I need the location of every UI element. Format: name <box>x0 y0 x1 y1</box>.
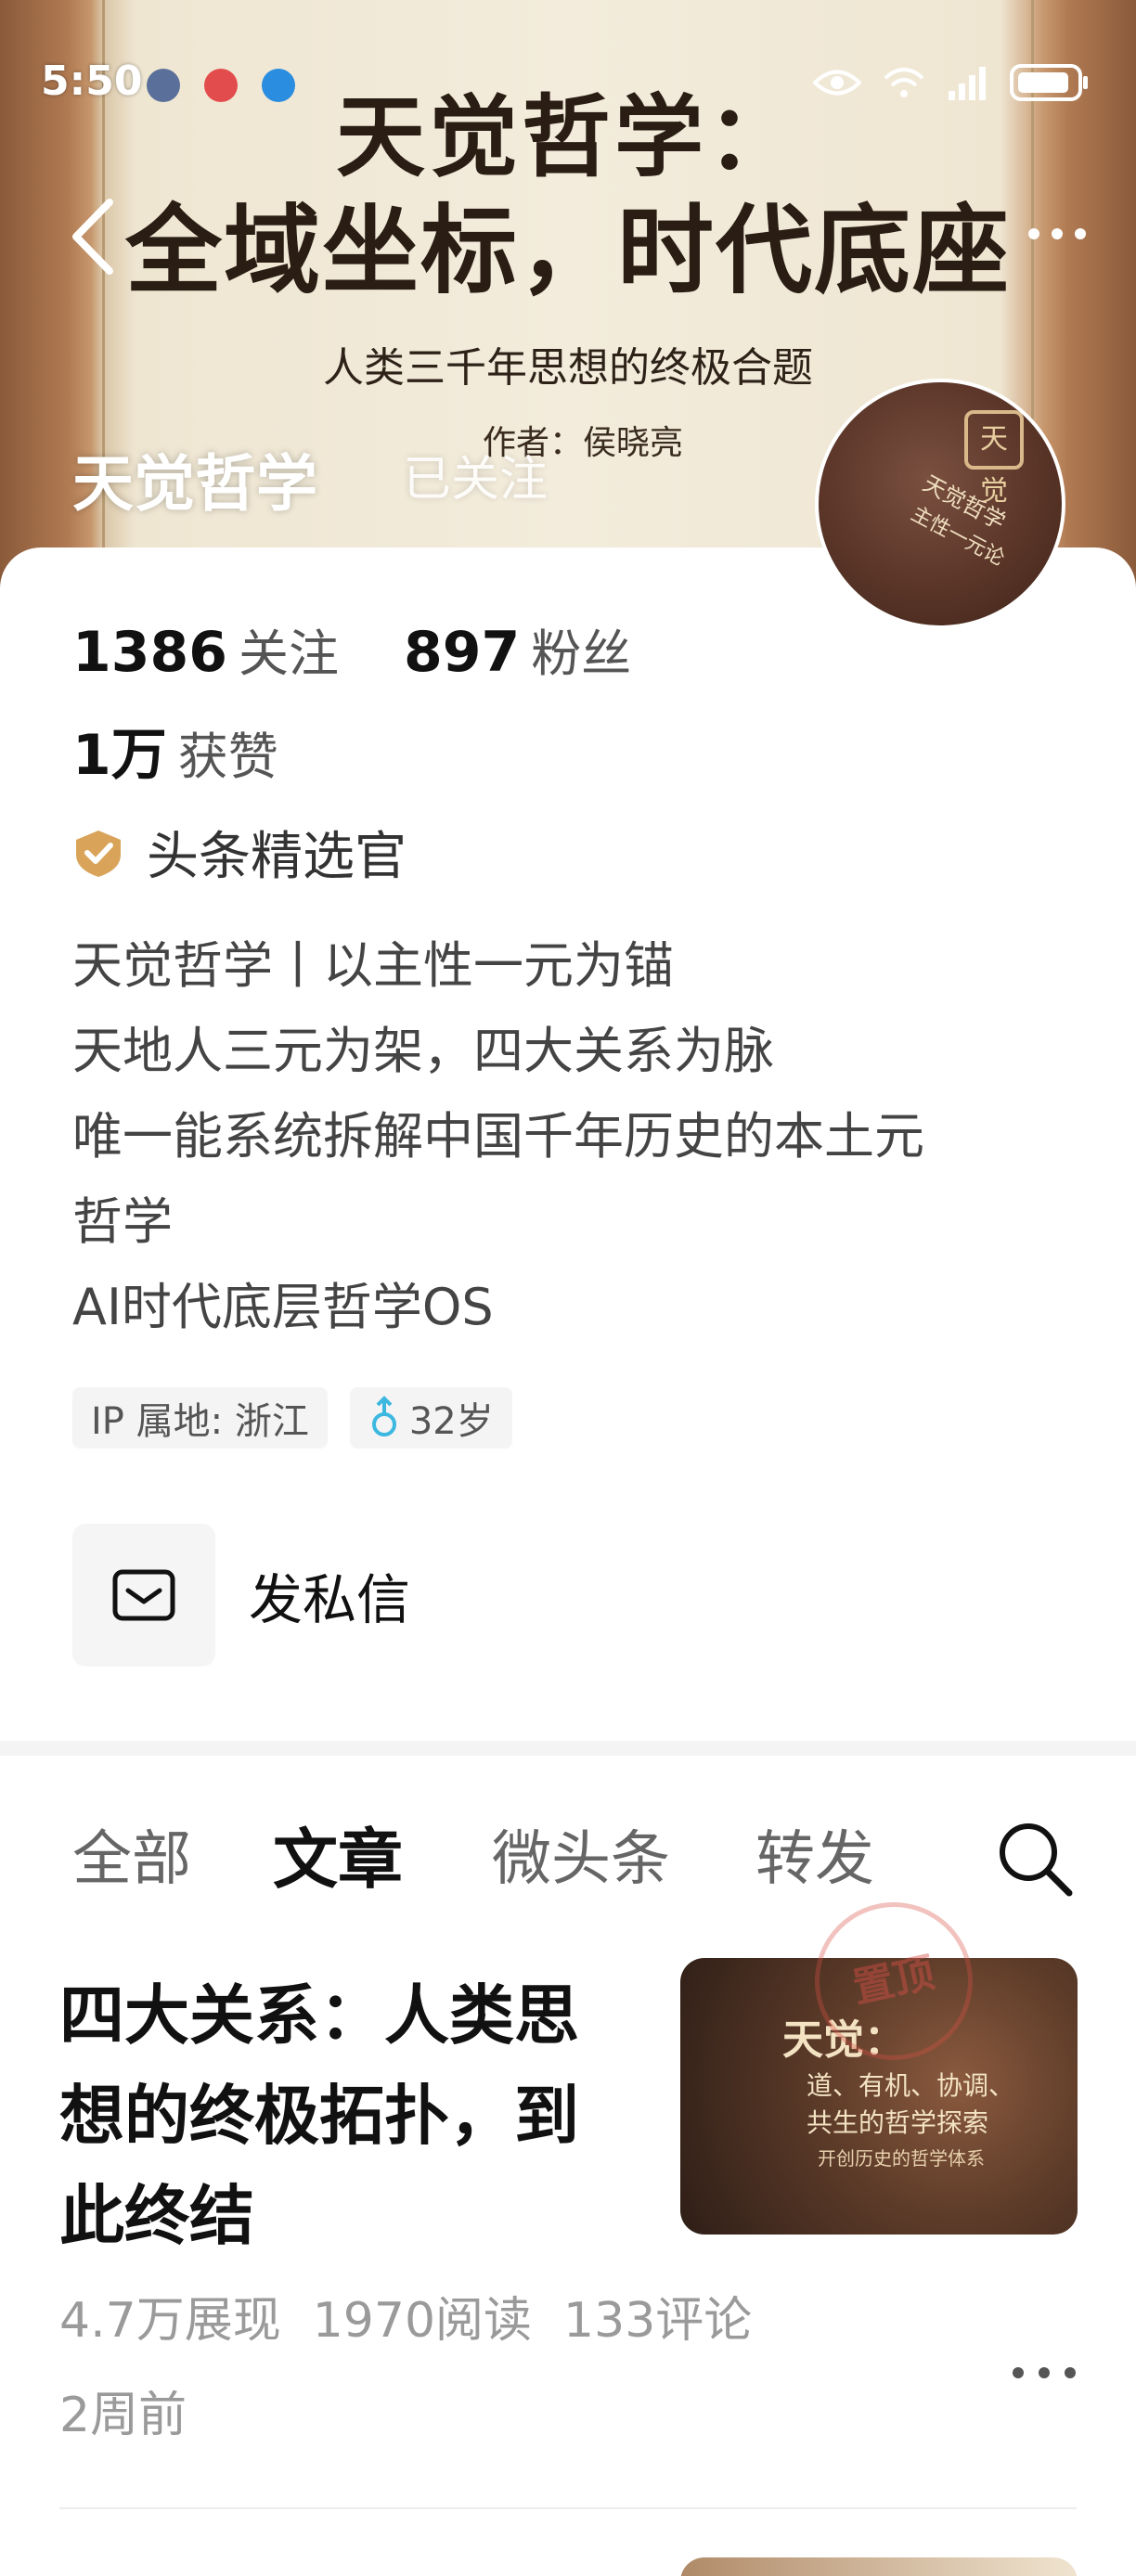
tab-reposts[interactable]: 转发 <box>755 1811 874 1897</box>
thumbnail-caption: 开创历史的哲学体系 <box>818 2147 985 2170</box>
page-title: 天觉哲学 <box>72 448 317 520</box>
system-icons <box>813 63 1090 102</box>
wifi-icon <box>884 68 924 97</box>
article-time: 2周前 <box>59 2388 187 2443</box>
banner-title-line2: 全域坐标，时代底座 <box>124 193 1011 307</box>
more-options-button[interactable] <box>1025 215 1090 252</box>
back-button[interactable] <box>67 195 123 278</box>
profile-tags: IP 属地: 浙江 32岁 <box>72 1387 512 1449</box>
follow-stats: 1386 关注 897 粉丝 <box>72 612 631 686</box>
likes-stat: 1万 获赞 <box>72 710 278 791</box>
signal-icon <box>949 67 986 100</box>
male-icon <box>371 1396 396 1436</box>
article-more-button[interactable] <box>1007 2359 1081 2387</box>
likes-label: 获赞 <box>177 728 278 786</box>
search-button[interactable] <box>995 1819 1075 1902</box>
following-count[interactable]: 1386 <box>72 620 227 685</box>
section-divider <box>0 1741 1136 1756</box>
bio-line: 天地人三元为架，四大关系为脉 <box>72 1022 774 1080</box>
notification-app-icon <box>147 69 180 102</box>
next-article-thumbnail[interactable] <box>680 2557 1078 2576</box>
tab-micro-posts[interactable]: 微头条 <box>492 1811 670 1897</box>
verified-check-icon <box>76 830 121 877</box>
tab-all[interactable]: 全部 <box>72 1811 191 1897</box>
chevron-left-icon <box>72 199 113 275</box>
followers-count[interactable]: 897 <box>404 620 520 685</box>
article-reads: 1970阅读 <box>312 2293 533 2349</box>
avatar[interactable]: 天觉 天觉哲学 主性一元论 <box>815 379 1065 629</box>
notification-browser-icon <box>262 69 295 102</box>
profile-bio: 天觉哲学丨以主性一元为锚 天地人三元为架，四大关系为脉 唯一能系统拆解中国千年历… <box>72 923 1075 1350</box>
following-label[interactable]: 关注 <box>239 612 339 686</box>
follow-button[interactable]: 已关注 <box>403 440 548 509</box>
more-dots-icon <box>1013 2367 1076 2378</box>
content-tabs: 全部 文章 微头条 转发 <box>72 1811 1075 1898</box>
avatar-badge: 天觉 <box>964 410 1024 508</box>
list-divider <box>59 2507 1077 2509</box>
notification-weibo-icon <box>204 69 238 102</box>
eye-icon <box>813 70 861 96</box>
more-dots-icon <box>1028 228 1086 239</box>
likes-count: 1万 <box>72 723 167 788</box>
article-card[interactable]: 四大关系：人类思想的终极拓扑，到此终结 天觉： 道、有机、协调、 共生的哲学探索… <box>0 1887 1136 2505</box>
verified-badge[interactable]: 头条精选官 <box>69 815 407 890</box>
article-stats: 4.7万展现 1970阅读 133评论 <box>59 2281 752 2351</box>
followers-label[interactable]: 粉丝 <box>531 612 631 686</box>
thumbnail-subtitle: 道、有机、协调、 <box>807 2070 1015 2101</box>
status-bar: 5:50 <box>0 0 1136 105</box>
article-impressions: 4.7万展现 <box>59 2293 281 2349</box>
verified-label: 头条精选官 <box>147 827 407 887</box>
article-comments: 133评论 <box>563 2293 753 2349</box>
article-title[interactable]: 四大关系：人类思想的终极拓扑，到此终结 <box>59 1965 598 2266</box>
search-icon <box>1000 1823 1073 1897</box>
age-text: 32岁 <box>408 1400 494 1443</box>
send-message-button[interactable]: 发私信 <box>72 1524 410 1667</box>
send-message-label: 发私信 <box>249 1568 411 1631</box>
bio-line: 天觉哲学丨以主性一元为锚 <box>72 936 674 995</box>
ip-location-tag: IP 属地: 浙江 <box>72 1387 328 1449</box>
bio-line: 哲学 <box>72 1192 173 1251</box>
mail-icon <box>112 1569 175 1621</box>
tab-articles[interactable]: 文章 <box>273 1808 403 1901</box>
battery-icon <box>1010 64 1088 101</box>
status-time: 5:50 <box>41 58 143 105</box>
ip-location-text: IP 属地: 浙江 <box>91 1400 309 1443</box>
bio-line: AI时代底层哲学OS <box>72 1278 494 1336</box>
bio-line: 唯一能系统拆解中国千年历史的本土元 <box>72 1107 924 1166</box>
message-icon-box <box>72 1524 215 1667</box>
age-tag: 32岁 <box>349 1387 512 1449</box>
profile-card: 1386 关注 897 粉丝 1万 获赞 头条精选官 天觉哲学丨以主性一元为锚 … <box>0 547 1136 1745</box>
thumbnail-subtitle: 共生的哲学探索 <box>807 2107 989 2138</box>
